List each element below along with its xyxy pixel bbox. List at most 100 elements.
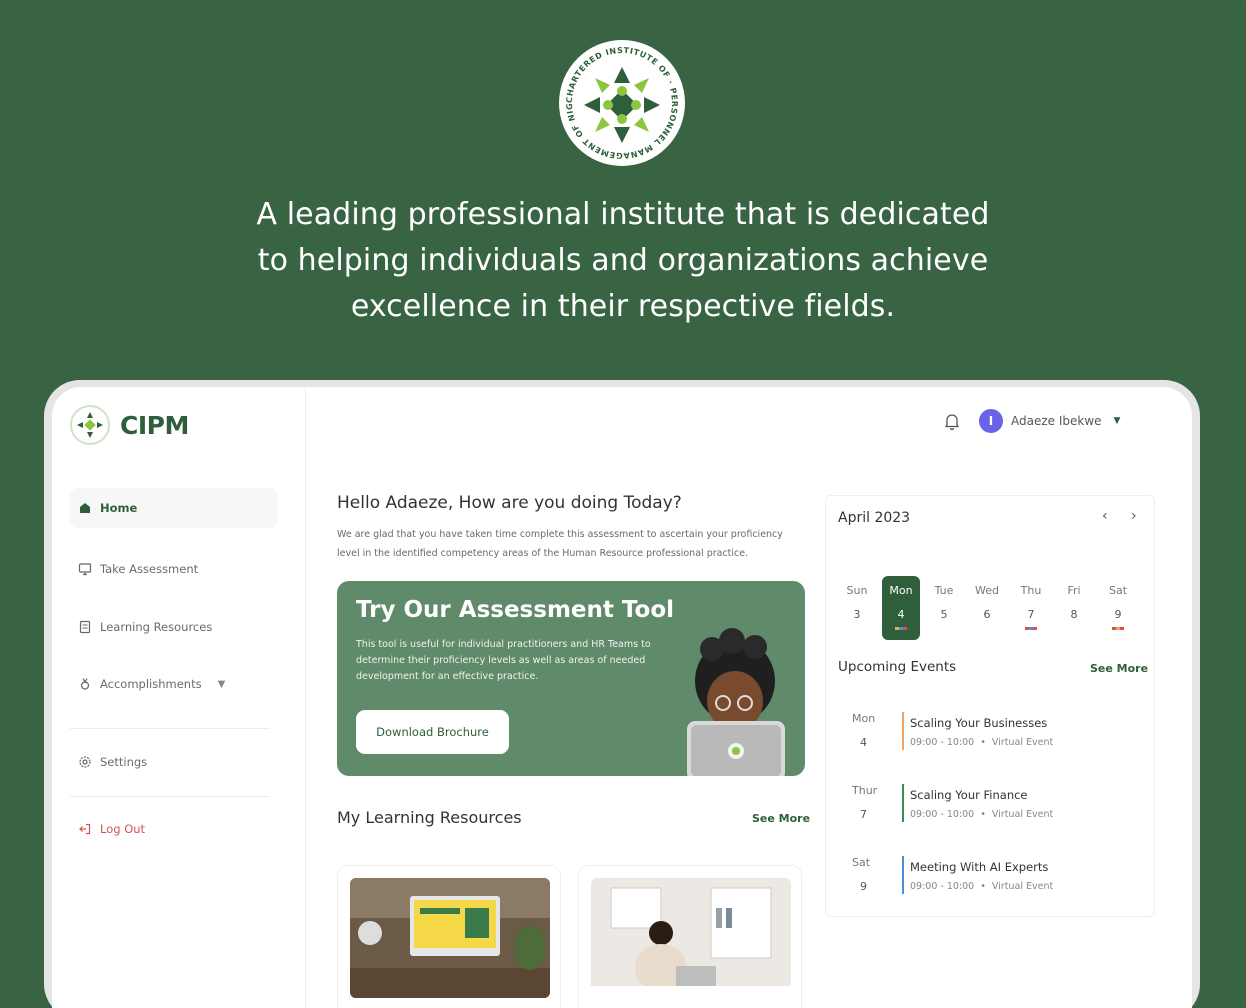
event-indicator — [895, 627, 907, 630]
calendar-day[interactable]: Thu 7 — [1012, 576, 1050, 640]
day-name: Thu — [1020, 584, 1042, 597]
hero-tagline-line: A leading professional institute that is… — [256, 197, 990, 232]
logout-icon — [79, 823, 91, 835]
day-number: 3 — [853, 608, 861, 621]
event-item[interactable]: Mon 4 Scaling Your Businesses 09:00 - 10… — [838, 712, 1138, 758]
day-number: 7 — [1027, 608, 1035, 621]
calendar-day[interactable]: Tue 5 — [925, 576, 963, 640]
event-time: 09:00 - 10:00 — [910, 737, 975, 748]
event-title: Meeting With AI Experts — [910, 860, 1049, 874]
event-item[interactable]: Sat 9 Meeting With AI Experts 09:00 - 10… — [838, 856, 1138, 902]
chevron-down-icon: ▼ — [217, 678, 226, 690]
sidebar: CIPM Home Take Assessment Learning Resou… — [52, 387, 306, 1008]
event-type: Virtual Event — [991, 881, 1054, 892]
laptop-frame: CIPM Home Take Assessment Learning Resou… — [44, 380, 1200, 1008]
calendar-day[interactable]: Sat 9 — [1099, 576, 1137, 640]
event-item[interactable]: Thur 7 Scaling Your Finance 09:00 - 10:0… — [838, 784, 1138, 830]
hero-tagline-line: excellence in their respective fields. — [350, 289, 896, 324]
event-time: 09:00 - 10:00 — [910, 881, 975, 892]
sidebar-item-label: Log Out — [100, 822, 146, 836]
event-title: Scaling Your Businesses — [910, 716, 1048, 730]
event-color-bar — [902, 784, 904, 822]
award-icon — [80, 678, 90, 690]
cipm-seal-logo: CHARTERED INSTITUTE OF · PERSONNEL MANAG… — [557, 38, 685, 166]
calendar-panel: April 2023 ‹ › Sun 3 Mon 4 Tue 5 Wed 6 T… — [825, 495, 1155, 917]
sidebar-item-label: Learning Resources — [100, 620, 213, 634]
woman-with-laptop-illustration — [687, 628, 785, 776]
day-name: Mon — [889, 584, 913, 597]
assessment-promo-card: Try Our Assessment Tool This tool is use… — [337, 581, 805, 776]
day-name: Sun — [846, 584, 868, 597]
day-number: 4 — [897, 608, 905, 621]
user-menu[interactable]: I Adaeze Ibekwe ▼ — [979, 409, 1120, 433]
event-day: Thur — [852, 784, 878, 797]
sidebar-item-settings[interactable]: Settings — [70, 742, 278, 782]
hero-tagline-line: to helping individuals and organizations… — [257, 243, 989, 278]
event-type: Virtual Event — [991, 809, 1054, 820]
promo-title: Try Our Assessment Tool — [356, 597, 675, 623]
event-meta: 09:00 - 10:00 • Virtual Event — [910, 809, 1054, 820]
day-number: 5 — [940, 608, 948, 621]
brand-name: CIPM — [120, 410, 189, 440]
sidebar-divider — [70, 728, 270, 729]
page-subtitle: We are glad that you have taken time com… — [337, 529, 783, 559]
chevron-right-icon[interactable]: › — [1131, 508, 1137, 524]
learning-resource-card[interactable] — [578, 865, 802, 1008]
gear-icon — [79, 756, 91, 768]
day-name: Fri — [1067, 584, 1081, 597]
event-date: 9 — [860, 880, 867, 893]
event-date: 7 — [860, 808, 867, 821]
resources-see-more-link[interactable]: See More — [752, 812, 810, 825]
resource-thumbnail-image — [350, 878, 550, 998]
resource-thumbnail-image — [591, 878, 791, 998]
day-number: 8 — [1070, 608, 1078, 621]
chevron-left-icon[interactable]: ‹ — [1102, 508, 1108, 524]
calendar-day[interactable]: Sun 3 — [838, 576, 876, 640]
cipm-mini-logo-icon — [70, 405, 110, 445]
calendar-day[interactable]: Fri 8 — [1055, 576, 1093, 640]
event-title: Scaling Your Finance — [910, 788, 1028, 802]
book-icon — [79, 620, 91, 634]
learning-resource-card[interactable] — [337, 865, 561, 1008]
day-name: Sat — [1108, 584, 1128, 597]
promo-text: This tool is useful for individual pract… — [356, 639, 651, 682]
sidebar-item-logout[interactable]: Log Out — [70, 809, 278, 849]
bell-icon[interactable] — [942, 411, 962, 431]
avatar: I — [979, 409, 1003, 433]
sidebar-item-take-assessment[interactable]: Take Assessment — [70, 549, 278, 589]
user-name: Adaeze Ibekwe — [1011, 414, 1102, 428]
app-screen: CIPM Home Take Assessment Learning Resou… — [52, 387, 1192, 1008]
event-indicator — [1112, 627, 1124, 630]
sidebar-item-label: Take Assessment — [100, 562, 199, 576]
sidebar-item-accomplishments[interactable]: Accomplishments ▼ — [70, 664, 278, 704]
learning-resources-title: My Learning Resources — [337, 808, 522, 827]
day-number: 9 — [1114, 608, 1122, 621]
event-time: 09:00 - 10:00 — [910, 809, 975, 820]
upcoming-events-title: Upcoming Events — [838, 659, 957, 675]
sidebar-divider — [70, 796, 270, 797]
brand[interactable]: CIPM — [70, 405, 189, 445]
day-number: 6 — [983, 608, 991, 621]
chevron-down-icon: ▼ — [1113, 416, 1121, 426]
events-see-more-link[interactable]: See More — [1090, 662, 1148, 675]
download-brochure-button[interactable]: Download Brochure — [356, 710, 509, 754]
event-meta: 09:00 - 10:00 • Virtual Event — [910, 737, 1054, 748]
hero-tagline: A leading professional institute that is… — [223, 192, 1023, 330]
event-type: Virtual Event — [991, 737, 1054, 748]
sidebar-item-label: Accomplishments — [100, 677, 202, 691]
event-day: Mon — [852, 712, 876, 725]
event-color-bar — [902, 712, 904, 750]
calendar-month: April 2023 — [838, 510, 911, 526]
event-color-bar — [902, 856, 904, 894]
calendar-day[interactable]: Wed 6 — [968, 576, 1006, 640]
sidebar-item-learning-resources[interactable]: Learning Resources — [70, 607, 278, 647]
sidebar-item-label: Home — [100, 501, 138, 515]
day-name: Wed — [975, 584, 999, 597]
event-day: Sat — [852, 856, 871, 869]
monitor-icon — [78, 563, 92, 576]
event-indicator — [1025, 627, 1037, 630]
page-title: Hello Adaeze, How are you doing Today? — [337, 493, 682, 513]
day-name: Tue — [934, 584, 954, 597]
calendar-day-selected[interactable]: Mon 4 — [882, 576, 920, 640]
sidebar-item-home[interactable]: Home — [70, 488, 278, 528]
